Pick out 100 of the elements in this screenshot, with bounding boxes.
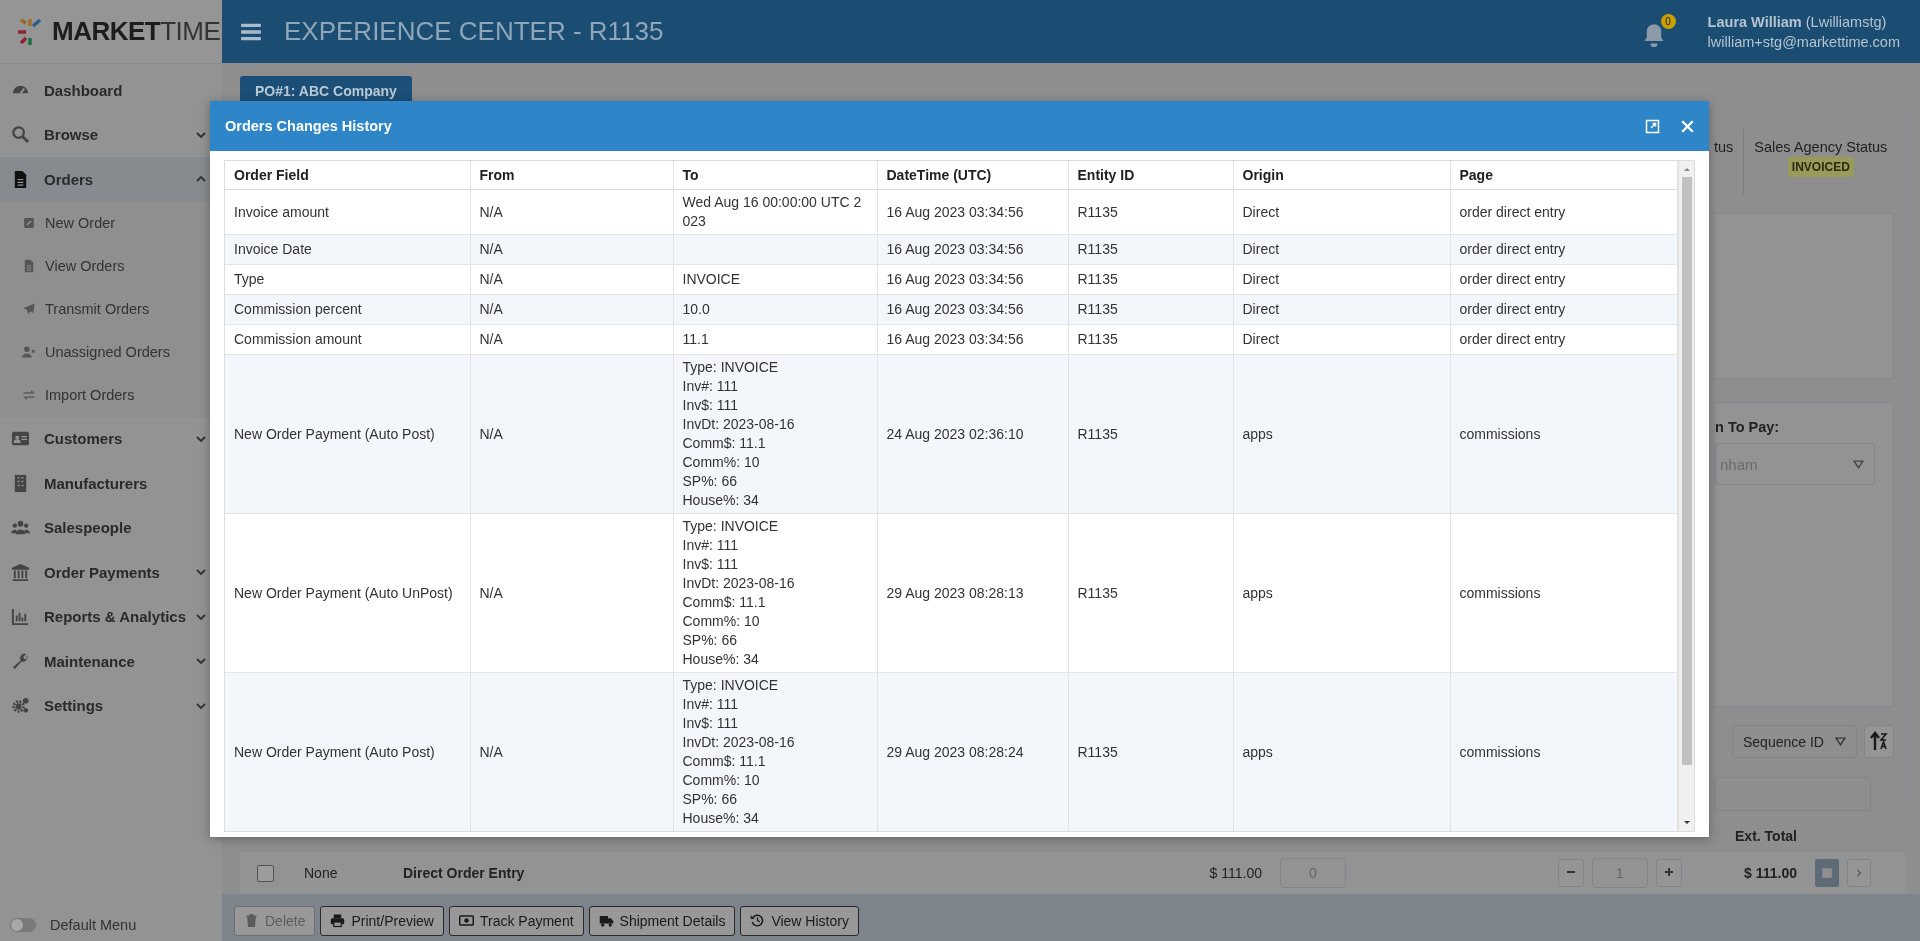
table-cell: R1135 <box>1077 203 1118 220</box>
nav-item[interactable]: Manufacturers <box>0 461 222 506</box>
status-label: Sales Agency Status <box>1754 139 1888 155</box>
increase-button[interactable] <box>1656 859 1682 887</box>
dialog-title: Orders Changes History <box>225 118 393 134</box>
table-cell: Commission percent <box>234 301 362 317</box>
toggle-switch[interactable] <box>10 918 36 932</box>
trash-icon <box>244 913 259 928</box>
scrollbar[interactable] <box>1678 161 1694 831</box>
table-cell: New Order Payment (Auto Post) <box>234 743 435 760</box>
toggle-label: Default Menu <box>50 917 137 933</box>
nav-item[interactable]: Maintenance <box>0 639 222 684</box>
column-header: DateTime (UTC) <box>877 161 1068 190</box>
nav-subitem[interactable]: New Order <box>0 201 222 245</box>
nav-subitem[interactable]: View Orders <box>0 244 222 288</box>
table-cell: R1135 <box>1077 584 1118 601</box>
bar-chart-icon <box>11 607 30 627</box>
plus-icon <box>1664 867 1674 877</box>
table-cell: R1135 <box>1077 301 1118 317</box>
column-header: Ext. Total <box>1734 828 1798 844</box>
table-cell: Commission amount <box>234 331 362 347</box>
table-cell: N/A <box>479 331 503 347</box>
nav-subitem[interactable]: Unassigned Orders <box>0 330 222 374</box>
maximize-icon[interactable] <box>1645 118 1660 134</box>
action-button[interactable]: Shipment Details <box>588 905 736 936</box>
bank-icon <box>11 562 30 582</box>
truck-icon <box>598 913 614 928</box>
sort-dropdown[interactable]: Sequence ID <box>1732 725 1857 758</box>
table-cell: Type: INVOICE Inv#: 111 Inv$: 111 InvDt: 2023-08-16 Comm$: 11.1 Comm%: 10 SP%: 66 House%: 34 <box>682 677 795 826</box>
table-cell: 10.0 <box>682 301 710 317</box>
decrease-button[interactable] <box>1558 859 1584 887</box>
table-cell-text: $ 111.00 <box>1208 865 1263 881</box>
nav-subitem[interactable]: Transmit Orders <box>0 287 222 331</box>
nav-item[interactable]: Order Payments <box>0 550 222 595</box>
status-label: tus <box>1714 129 1745 194</box>
nav-item[interactable]: Salespeople <box>0 505 222 550</box>
checkbox[interactable] <box>256 864 274 882</box>
table-cell: Wed Aug 16 00:00:00 UTC 2023 <box>682 194 862 229</box>
status-badge: INVOICED <box>1787 157 1854 177</box>
table-cell: 16 Aug 2023 03:34:56 <box>886 203 1024 220</box>
column-header: To <box>673 161 877 190</box>
table-cell: apps <box>1242 584 1273 601</box>
gears-icon <box>11 696 30 716</box>
table-cell: 11.1 <box>682 331 709 347</box>
note-icon <box>1821 867 1833 879</box>
table-cell-text: None <box>303 865 339 881</box>
table-cell: apps <box>1242 425 1273 442</box>
table-cell: New Order Payment (Auto UnPost) <box>234 584 453 601</box>
table-cell: apps <box>1242 743 1273 760</box>
wrench-icon <box>11 651 30 671</box>
action-button[interactable]: Print/Preview <box>320 905 444 936</box>
paper-plane-icon <box>22 302 36 316</box>
history-icon <box>750 913 766 928</box>
nav-item[interactable]: Dashboard <box>0 68 222 113</box>
table-cell: R1135 <box>1077 271 1118 287</box>
action-button[interactable]: Track Payment <box>448 905 584 936</box>
document-icon <box>22 259 36 273</box>
table-cell: 16 Aug 2023 03:34:56 <box>886 241 1024 257</box>
banknote-icon <box>458 913 474 928</box>
sort-button[interactable] <box>1864 725 1894 758</box>
table-cell: Invoice Date <box>234 241 312 257</box>
table-cell: commissions <box>1459 425 1541 442</box>
table-cell: order direct entry <box>1459 301 1566 317</box>
pencil-icon <box>22 216 36 230</box>
table-cell: 24 Aug 2023 02:36:10 <box>886 425 1024 442</box>
table-cell: order direct entry <box>1459 241 1566 257</box>
nav-item[interactable]: Reports & Analytics <box>0 594 222 639</box>
close-icon[interactable] <box>1680 118 1695 134</box>
table-cell: order direct entry <box>1459 271 1566 287</box>
table-cell: N/A <box>479 584 503 601</box>
table-cell: N/A <box>479 241 503 257</box>
column-header: Page <box>1450 161 1678 190</box>
search-icon <box>11 125 30 145</box>
table-cell: 16 Aug 2023 03:34:56 <box>886 271 1024 287</box>
swap-arrows-icon <box>22 388 36 402</box>
table-cell-text: Direct Order Entry <box>402 865 526 881</box>
table-cell: N/A <box>479 743 503 760</box>
table-cell: order direct entry <box>1459 203 1566 220</box>
logo-wordmark: MARKETTIME <box>52 16 221 47</box>
nav-subitem[interactable]: Import Orders <box>0 373 222 417</box>
table-cell: INVOICE <box>682 271 741 287</box>
chevron-right-icon <box>1855 867 1863 879</box>
user-name: Laura William (Lwilliamstg) <box>1707 12 1888 32</box>
caret-icon <box>1853 459 1864 469</box>
table-cell-text: $ 111.00 <box>1743 865 1798 881</box>
field-label: n To Pay: <box>1715 419 1781 435</box>
page-title: EXPERIENCE CENTER - R1135 <box>284 16 665 47</box>
user-icon <box>22 345 36 359</box>
table-cell: R1135 <box>1077 743 1118 760</box>
table-cell: N/A <box>479 301 503 317</box>
nav-item[interactable]: Settings <box>0 683 222 728</box>
column-header: Origin <box>1233 161 1450 190</box>
table-cell: 29 Aug 2023 08:28:13 <box>886 584 1024 601</box>
table-cell: 16 Aug 2023 03:34:56 <box>886 301 1024 317</box>
table-cell: Direct <box>1242 301 1280 317</box>
table-cell: R1135 <box>1077 241 1118 257</box>
column-header: Entity ID <box>1068 161 1233 190</box>
nav-item[interactable]: Browse <box>0 112 222 157</box>
action-button[interactable]: View History <box>740 905 859 936</box>
nav-item[interactable]: Customers <box>0 416 222 461</box>
